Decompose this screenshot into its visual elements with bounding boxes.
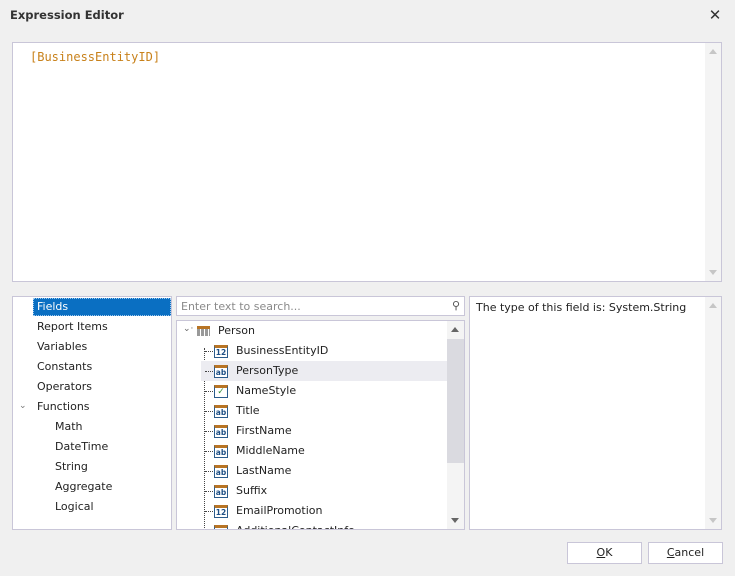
tree-node-field[interactable]: NameStyle <box>236 381 296 401</box>
category-label: Functions <box>37 400 90 413</box>
tree-node-field[interactable]: LastName <box>236 461 291 481</box>
field-tree: ⌄· Person 12 BusinessEntityID ab PersonT… <box>176 320 465 530</box>
node-label: PersonType <box>236 364 299 377</box>
description-panel: The type of this field is: System.String <box>469 296 722 530</box>
category-string[interactable]: String <box>55 458 88 476</box>
editor-scrollbar[interactable] <box>705 43 721 281</box>
tree-connector <box>205 371 213 372</box>
scroll-down-icon[interactable] <box>451 518 459 523</box>
tree-connector <box>205 351 213 352</box>
node-label: NameStyle <box>236 384 297 397</box>
search-input[interactable] <box>181 298 441 314</box>
category-label: Math <box>55 420 83 433</box>
ok-mnemonic: O <box>596 546 606 559</box>
tree-node-person[interactable]: Person <box>218 321 255 341</box>
description-text: The type of this field is: System.String <box>476 301 687 314</box>
string-field-icon: ab <box>214 425 228 438</box>
scroll-thumb[interactable] <box>447 339 464 463</box>
category-label: Fields <box>37 300 69 313</box>
expression-text[interactable]: [BusinessEntityID] <box>30 50 160 64</box>
category-logical[interactable]: Logical <box>55 498 94 516</box>
scroll-up-icon[interactable] <box>709 49 717 54</box>
string-field-icon: ab <box>214 405 228 418</box>
category-label: String <box>55 460 88 473</box>
category-label: Logical <box>55 500 94 513</box>
tree-node-field[interactable]: EmailPromotion <box>236 501 323 521</box>
category-variables[interactable]: Variables <box>37 338 87 356</box>
category-label: DateTime <box>55 440 109 453</box>
tree-connector <box>205 391 213 392</box>
boolean-field-icon: ✓ <box>214 385 228 398</box>
scroll-down-icon[interactable] <box>709 270 717 275</box>
table-icon <box>197 326 210 336</box>
category-datetime[interactable]: DateTime <box>55 438 108 456</box>
scroll-up-icon[interactable] <box>709 303 717 308</box>
dialog-title: Expression Editor <box>10 8 124 22</box>
category-label: Variables <box>37 340 88 353</box>
node-label: MiddleName <box>236 444 305 457</box>
node-label: Person <box>218 324 255 337</box>
string-field-icon: ab <box>214 525 228 529</box>
cancel-button[interactable]: Cancel <box>648 542 723 564</box>
scroll-down-icon[interactable] <box>709 518 717 523</box>
tree-node-field[interactable]: FirstName <box>236 421 292 441</box>
tree-node-field[interactable]: PersonType <box>236 361 298 381</box>
category-math[interactable]: Math <box>55 418 83 436</box>
tree-connector <box>205 471 213 472</box>
node-label: BusinessEntityID <box>236 344 329 357</box>
node-label: AdditionalContactInfo <box>236 524 355 529</box>
number-field-icon: 12 <box>214 505 228 518</box>
string-field-icon: ab <box>214 445 228 458</box>
number-field-icon: 12 <box>214 345 228 358</box>
chevron-down-icon[interactable]: ⌄· <box>183 324 193 334</box>
category-label: Operators <box>37 380 92 393</box>
tree-node-field[interactable]: BusinessEntityID <box>236 341 328 361</box>
category-fields[interactable]: Fields <box>33 298 171 316</box>
chevron-down-icon[interactable]: ⌄ <box>19 401 27 411</box>
category-aggregate[interactable]: Aggregate <box>55 478 112 496</box>
search-icon[interactable]: ⚲ <box>452 299 460 312</box>
tree-connector <box>205 431 213 432</box>
tree-node-field[interactable]: Title <box>236 401 260 421</box>
search-box[interactable]: ⚲ <box>176 296 465 316</box>
category-operators[interactable]: Operators <box>37 378 92 396</box>
node-label: EmailPromotion <box>236 504 323 517</box>
tree-connector <box>205 491 213 492</box>
description-scrollbar[interactable] <box>705 297 721 529</box>
category-label: Constants <box>37 360 93 373</box>
category-label: Report Items <box>37 320 108 333</box>
category-label: Aggregate <box>55 480 113 493</box>
tree-scrollbar[interactable] <box>447 321 464 529</box>
scroll-up-icon[interactable] <box>451 327 459 332</box>
node-label: Title <box>236 404 260 417</box>
tree-node-field[interactable]: Suffix <box>236 481 267 501</box>
category-functions[interactable]: Functions <box>37 398 90 416</box>
string-field-icon: ab <box>214 465 228 478</box>
tree-node-field[interactable]: AdditionalContactInfo <box>236 521 355 529</box>
node-label: Suffix <box>236 484 268 497</box>
cancel-mnemonic: C <box>666 546 675 559</box>
node-label: LastName <box>236 464 292 477</box>
string-field-icon: ab <box>214 365 228 378</box>
tree-node-field[interactable]: MiddleName <box>236 441 305 461</box>
tree-connector <box>205 411 213 412</box>
category-constants[interactable]: Constants <box>37 358 92 376</box>
ok-label: K <box>605 546 613 559</box>
category-report-items[interactable]: Report Items <box>37 318 108 336</box>
expression-editor[interactable]: [BusinessEntityID] <box>12 42 722 282</box>
ok-button[interactable]: OK <box>567 542 642 564</box>
tree-connector <box>205 511 213 512</box>
category-list: Fields Report Items Variables Constants … <box>12 296 172 530</box>
node-label: FirstName <box>236 424 292 437</box>
tree-connector <box>205 451 213 452</box>
string-field-icon: ab <box>214 485 228 498</box>
close-icon[interactable]: ✕ <box>706 6 724 24</box>
cancel-label: ancel <box>674 546 705 559</box>
